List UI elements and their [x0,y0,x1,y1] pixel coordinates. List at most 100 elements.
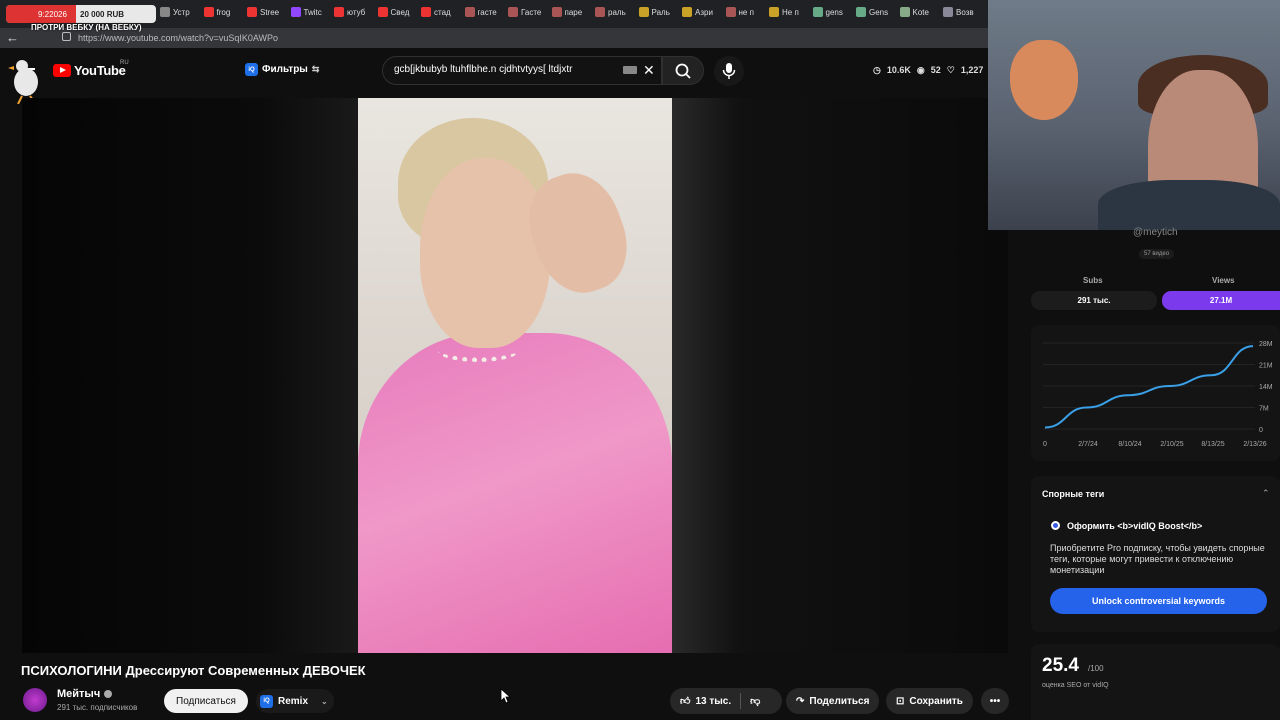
browser-tab[interactable]: Возв [943,4,974,20]
tab-label: гасте [477,7,497,17]
back-arrow-icon[interactable]: ← [6,30,19,45]
thumbs-up-icon[interactable]: 👍︎ [680,695,690,707]
channel-avatar[interactable] [23,688,47,712]
tags-title: Спорные теги [1042,489,1105,499]
donation-widget: 9:22026 20 000 RUB [6,5,156,23]
tab-favicon-icon [638,7,649,17]
seo-score: 25.4 [1042,655,1079,676]
tab-label: не п [738,7,754,17]
vidiq-icon: iQ [245,63,258,76]
chart-x-tick-label: 2/13/26 [1243,441,1266,448]
chart-x-tick-label: 2/10/25 [1160,441,1183,448]
browser-tab[interactable]: паре [551,4,583,20]
clear-search-icon[interactable]: ✕ [643,62,655,79]
mouse-cursor-icon [500,688,512,704]
youtube-logo[interactable]: YouTube [53,63,126,78]
browser-tab[interactable]: Twitc [290,4,322,20]
search-icon [675,63,691,79]
country-code: RU [120,60,129,66]
webcam-overlay [988,0,1280,230]
browser-tab[interactable]: Kote [899,4,929,20]
chart-series-line [1044,345,1254,429]
views-toggle[interactable]: 27.1M [1162,291,1280,310]
tab-label: Гасте [521,7,542,17]
chart-y-tick-label: 21M [1259,363,1273,370]
like-count[interactable]: 13 тыс. [695,696,731,707]
views-chart: 28M 21M 14M 7M 0 0 2/7/24 8/10/24 2/10/25 8/13/25… [1043,341,1273,448]
goose-sticker-icon [8,60,38,104]
browser-tab[interactable]: стад [421,4,451,20]
browser-tab[interactable]: Gens [856,4,888,20]
browser-tab[interactable]: Не п [769,4,799,20]
tab-label: Свед [390,7,410,17]
thumbs-down-icon[interactable]: 👎︎ [750,695,760,707]
boost-title: Оформить <b>vidIQ Boost</b> [1067,521,1203,531]
tab-label: паре [564,7,583,17]
tab-favicon-icon [203,7,214,17]
tab-label: раль [608,7,626,17]
more-actions-button[interactable]: ••• [981,688,1009,714]
tab-label: gens [825,7,843,17]
search-query[interactable]: gcb[jkbubyb ltuhflbhe.n cjdhtvtyys[ ltdj… [394,64,572,75]
share-button[interactable]: ↷ Поделиться [786,688,880,714]
browser-tab[interactable]: frog [203,4,230,20]
tab-favicon-icon [682,7,692,17]
donation-time: 9:22026 [6,5,76,23]
vidiq-icon: iQ [260,694,273,708]
browser-tab[interactable]: gens [812,4,843,20]
tab-label: Gens [869,7,889,17]
stat-second: 52 [930,65,941,75]
browser-tab[interactable]: Азри [682,4,713,20]
tab-favicon-icon [464,7,475,17]
chart-y-tick-label: 7M [1259,406,1269,413]
tab-favicon-icon [377,7,388,17]
chevron-down-icon: ⌄ [321,696,328,706]
chart-y-tick-label: 28M [1259,341,1273,348]
browser-tab[interactable]: Раль [638,4,670,20]
site-info-icon[interactable] [62,32,71,41]
search-button[interactable] [662,56,704,85]
video-player[interactable] [22,98,1008,653]
chevron-up-icon[interactable]: ⌃ [1262,488,1270,499]
video-blur-right [672,98,1008,653]
remix-button[interactable]: iQ Remix ⌄ [256,689,334,713]
views-label: Views [1212,276,1235,285]
tab-label: Возв [956,7,974,17]
browser-tab[interactable]: не п [725,4,754,20]
filters-button[interactable]: iQ Фильтры ⇆ [245,63,319,76]
browser-tab[interactable]: Stree [247,4,279,20]
vidiq-stats: ◷ 10.6K ◉ 52 ♡ 1,227 [873,65,983,76]
seo-max: /100 [1088,664,1104,673]
like-dislike-group[interactable]: 👍︎ 13 тыс. 👎︎ [670,688,782,714]
tab-label: стад [434,7,451,17]
browser-tab[interactable]: Свед [377,4,410,20]
tab-favicon-icon [290,7,301,17]
voice-search-button[interactable] [714,56,744,86]
browser-tab[interactable]: Устр [160,4,190,20]
stat-views: 10.6K [886,65,911,75]
browser-tab[interactable]: гасте [464,4,497,20]
unlock-keywords-button[interactable]: Unlock controversial keywords [1050,588,1267,614]
browser-tab[interactable]: раль [595,4,626,20]
stat-third: 1,227 [960,65,984,75]
tab-label: Kote [912,7,929,17]
like-icon: ♡ [946,65,955,75]
share-label: Поделиться [809,695,870,707]
keyboard-icon[interactable] [623,66,637,74]
tab-favicon-icon [595,7,605,17]
eye-icon: ◉ [916,65,925,75]
stream-overlay-label: ПРОТРИ ВЕБКУ (НА ВЕБКУ) [31,23,142,32]
subscribe-button[interactable]: Подписаться [164,689,248,713]
url-text[interactable]: https://www.youtube.com/watch?v=vuSqIK0A… [78,33,278,43]
save-button[interactable]: ⊡ Сохранить [886,688,973,714]
filters-label: Фильтры [262,64,308,75]
youtube-wordmark: YouTube [74,63,126,78]
browser-tab[interactable]: ютуб [334,4,365,20]
channel-name[interactable]: Мейтыч [57,688,100,700]
browser-tab[interactable]: Гасте [508,4,541,20]
video-frame [358,98,672,653]
subs-toggle[interactable]: 291 тыс. [1031,291,1157,310]
seo-label: оценка SEO от vidIQ [1042,682,1109,689]
tab-favicon-icon [551,7,562,17]
chart-x-tick-label: 8/10/24 [1118,441,1141,448]
